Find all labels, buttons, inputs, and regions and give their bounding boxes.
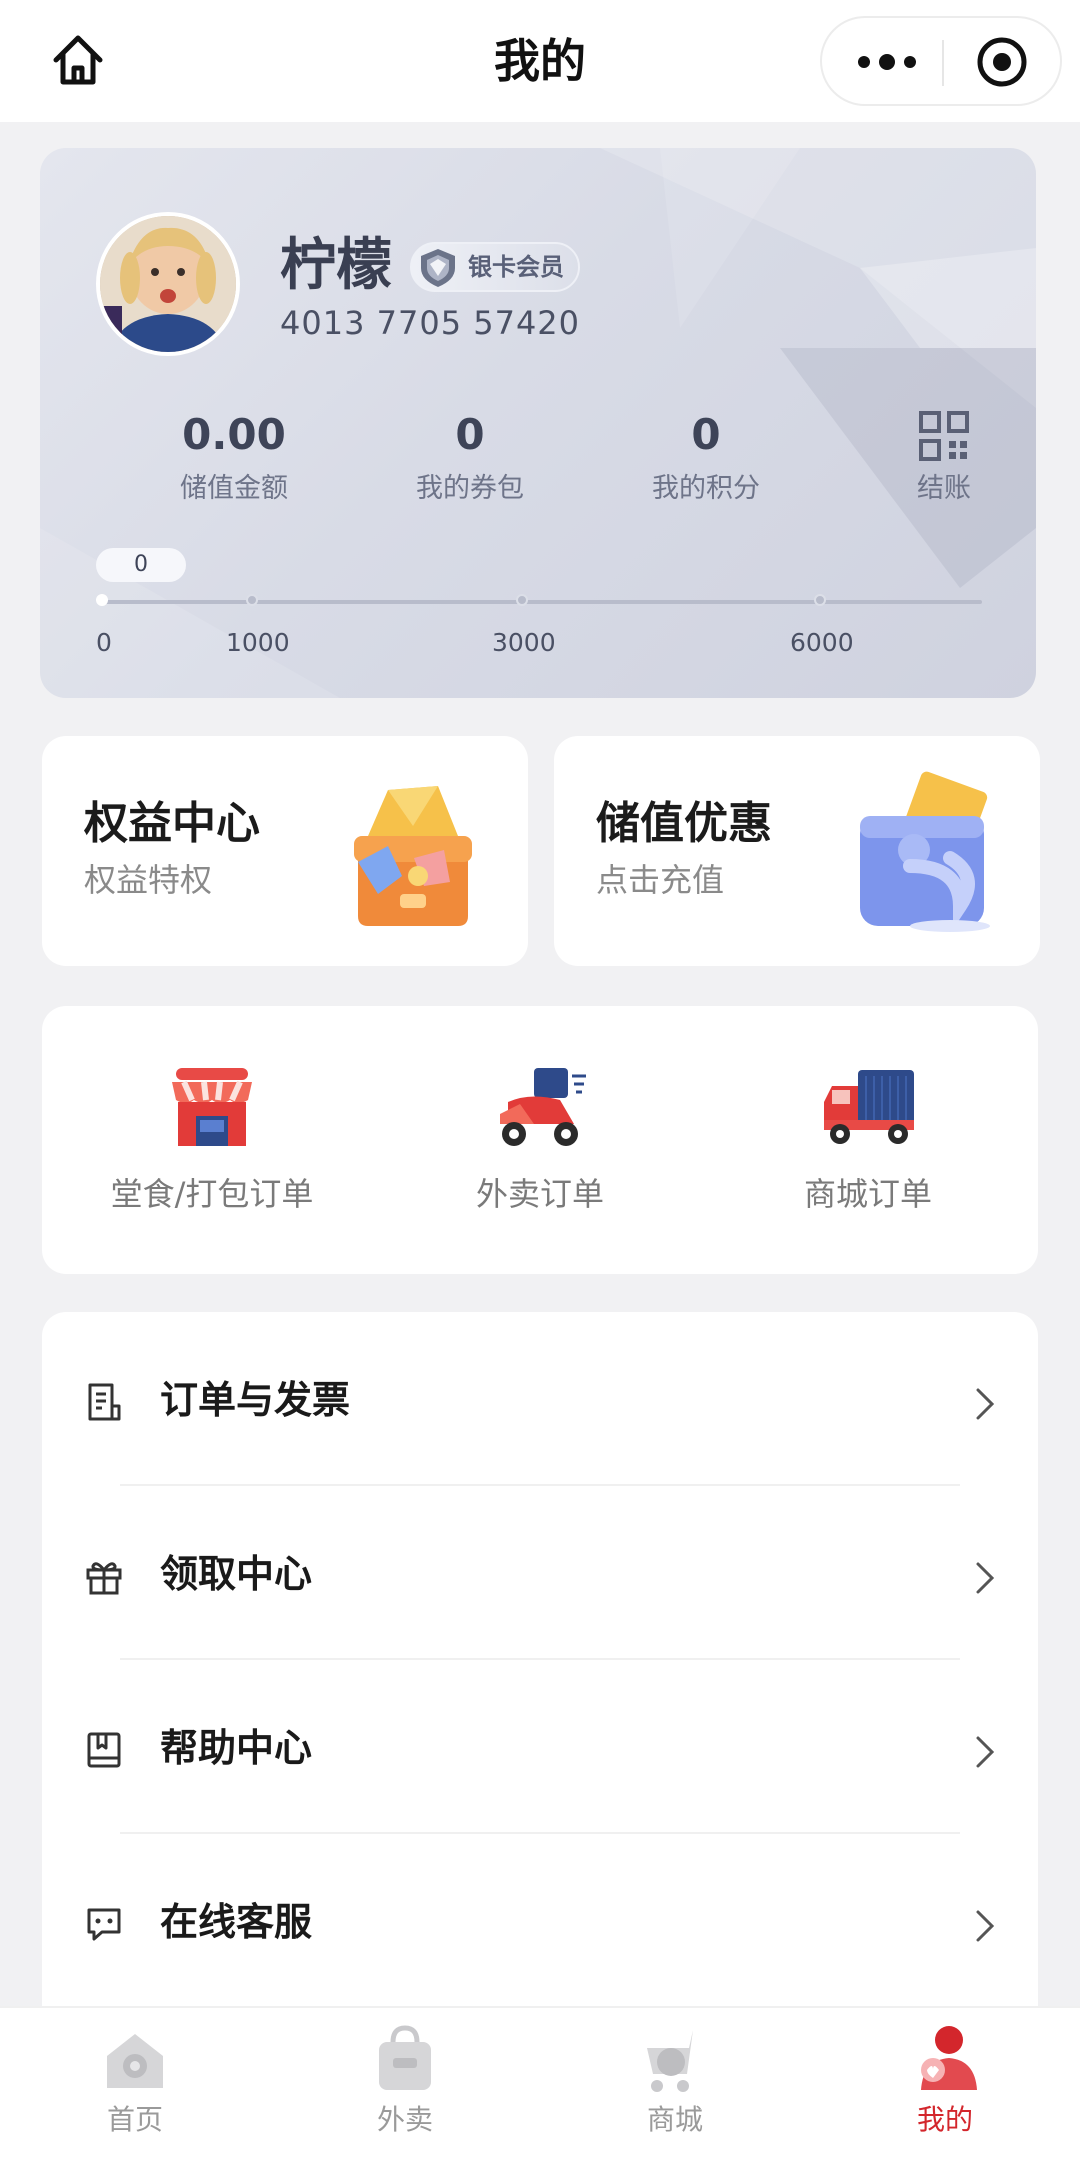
stat-checkout[interactable]: 结账 bbox=[826, 410, 1036, 506]
chat-icon bbox=[87, 1908, 121, 1941]
menu-label: 在线客服 bbox=[160, 1900, 313, 1944]
receipt-icon bbox=[88, 1383, 121, 1421]
member-name: 柠檬 bbox=[280, 233, 392, 298]
chevron-right-icon bbox=[976, 1388, 995, 1420]
tab-delivery[interactable]: 外卖 bbox=[270, 2018, 540, 2158]
top-bar: 我的 bbox=[0, 0, 1080, 122]
delivery-orders[interactable]: 外卖订单 bbox=[390, 1062, 690, 1214]
user-tab-icon bbox=[921, 2026, 977, 2090]
menu-list: 订单与发票 领取中心 帮助中心 在线客服 bbox=[42, 1312, 1038, 2032]
stat-value: 0.00 bbox=[182, 410, 286, 459]
menu-label: 订单与发票 bbox=[160, 1378, 351, 1422]
progress-tick-label: 6000 bbox=[790, 628, 854, 657]
stat-label: 储值金额 bbox=[180, 473, 288, 504]
promo-title: 权益中心 bbox=[84, 798, 260, 849]
dine-in-orders[interactable]: 堂食/打包订单 bbox=[62, 1062, 362, 1214]
order-label: 外卖订单 bbox=[475, 1175, 604, 1213]
stat-coupons[interactable]: 0 我的券包 bbox=[352, 410, 588, 506]
progress-node bbox=[516, 594, 528, 606]
progress-tick-label: 0 bbox=[96, 628, 112, 657]
menu-item-help-center[interactable]: 帮助中心 bbox=[42, 1660, 1038, 1834]
progress-tick-label: 1000 bbox=[226, 628, 290, 657]
chevron-right-icon bbox=[976, 1736, 995, 1768]
stat-points[interactable]: 0 我的积分 bbox=[588, 410, 824, 506]
progress-node bbox=[96, 594, 108, 606]
bag-tab-icon bbox=[379, 2025, 431, 2090]
tab-mall[interactable]: 商城 bbox=[540, 2018, 810, 2158]
stat-label: 我的券包 bbox=[416, 473, 524, 504]
avatar[interactable] bbox=[96, 212, 240, 356]
order-label: 堂食/打包订单 bbox=[110, 1175, 314, 1213]
progress-node bbox=[814, 594, 826, 606]
wallet-icon bbox=[860, 771, 990, 932]
avatar-image bbox=[100, 216, 236, 352]
progress-node bbox=[246, 594, 258, 606]
member-level-badge[interactable]: 银卡会员 bbox=[410, 242, 580, 292]
member-card[interactable]: 柠檬 银卡会员 4013 7705 57420 0.00 储值金额 0 我的券包… bbox=[40, 148, 1036, 698]
stored-value-offer-card[interactable]: 储值优惠 点击充值 bbox=[554, 736, 1040, 966]
target-close-icon[interactable] bbox=[962, 32, 1042, 92]
orders-card: 堂食/打包订单 外卖订单 商城订单 bbox=[42, 1006, 1038, 1274]
book-icon bbox=[87, 1732, 121, 1768]
scooter-icon bbox=[500, 1068, 586, 1146]
stat-stored-value[interactable]: 0.00 储值金额 bbox=[116, 410, 352, 506]
stat-value: 0 bbox=[691, 410, 721, 459]
menu-item-orders-invoices[interactable]: 订单与发票 bbox=[42, 1312, 1038, 1486]
stat-label: 结账 bbox=[917, 473, 971, 504]
menu-item-claim-center[interactable]: 领取中心 bbox=[42, 1486, 1038, 1660]
tab-label: 首页 bbox=[106, 2103, 163, 2136]
tab-label: 我的 bbox=[916, 2103, 973, 2136]
progress-track bbox=[102, 600, 982, 604]
storefront-icon bbox=[172, 1068, 252, 1146]
treasure-chest-icon bbox=[354, 786, 472, 926]
stat-label: 我的积分 bbox=[652, 473, 760, 504]
progress-current-value: 0 bbox=[96, 548, 186, 582]
truck-icon bbox=[824, 1070, 914, 1144]
menu-item-online-service[interactable]: 在线客服 bbox=[42, 1834, 1038, 2008]
tab-home[interactable]: 首页 bbox=[0, 2018, 270, 2158]
qr-code-icon bbox=[919, 411, 969, 461]
member-card-number: 4013 7705 57420 bbox=[280, 304, 581, 342]
tab-label: 外卖 bbox=[376, 2103, 433, 2136]
benefits-center-card[interactable]: 权益中心 权益特权 bbox=[42, 736, 528, 966]
order-label: 商城订单 bbox=[803, 1175, 932, 1213]
chevron-right-icon bbox=[976, 1562, 995, 1594]
chevron-right-icon bbox=[976, 1910, 995, 1942]
member-level-text: 银卡会员 bbox=[468, 253, 564, 281]
menu-label: 领取中心 bbox=[160, 1552, 313, 1596]
promo-subtitle: 点击充值 bbox=[596, 861, 725, 899]
capsule-divider bbox=[942, 40, 944, 86]
more-dots-icon[interactable] bbox=[842, 32, 932, 92]
gift-icon bbox=[86, 1562, 122, 1595]
bottom-tab-bar: 首页 外卖 商城 我的 bbox=[0, 2006, 1080, 2160]
cart-tab-icon bbox=[647, 2030, 693, 2092]
diamond-shield-icon bbox=[421, 249, 455, 287]
mall-orders[interactable]: 商城订单 bbox=[718, 1062, 1018, 1214]
promo-subtitle: 权益特权 bbox=[84, 861, 213, 899]
tab-mine[interactable]: 我的 bbox=[810, 2018, 1080, 2158]
miniprogram-capsule bbox=[820, 16, 1062, 106]
progress-tick-label: 3000 bbox=[492, 628, 556, 657]
menu-label: 帮助中心 bbox=[160, 1726, 313, 1770]
home-tab-icon bbox=[107, 2034, 163, 2088]
promo-title: 储值优惠 bbox=[596, 798, 772, 849]
tab-label: 商城 bbox=[646, 2103, 703, 2136]
stat-value: 0 bbox=[455, 410, 485, 459]
